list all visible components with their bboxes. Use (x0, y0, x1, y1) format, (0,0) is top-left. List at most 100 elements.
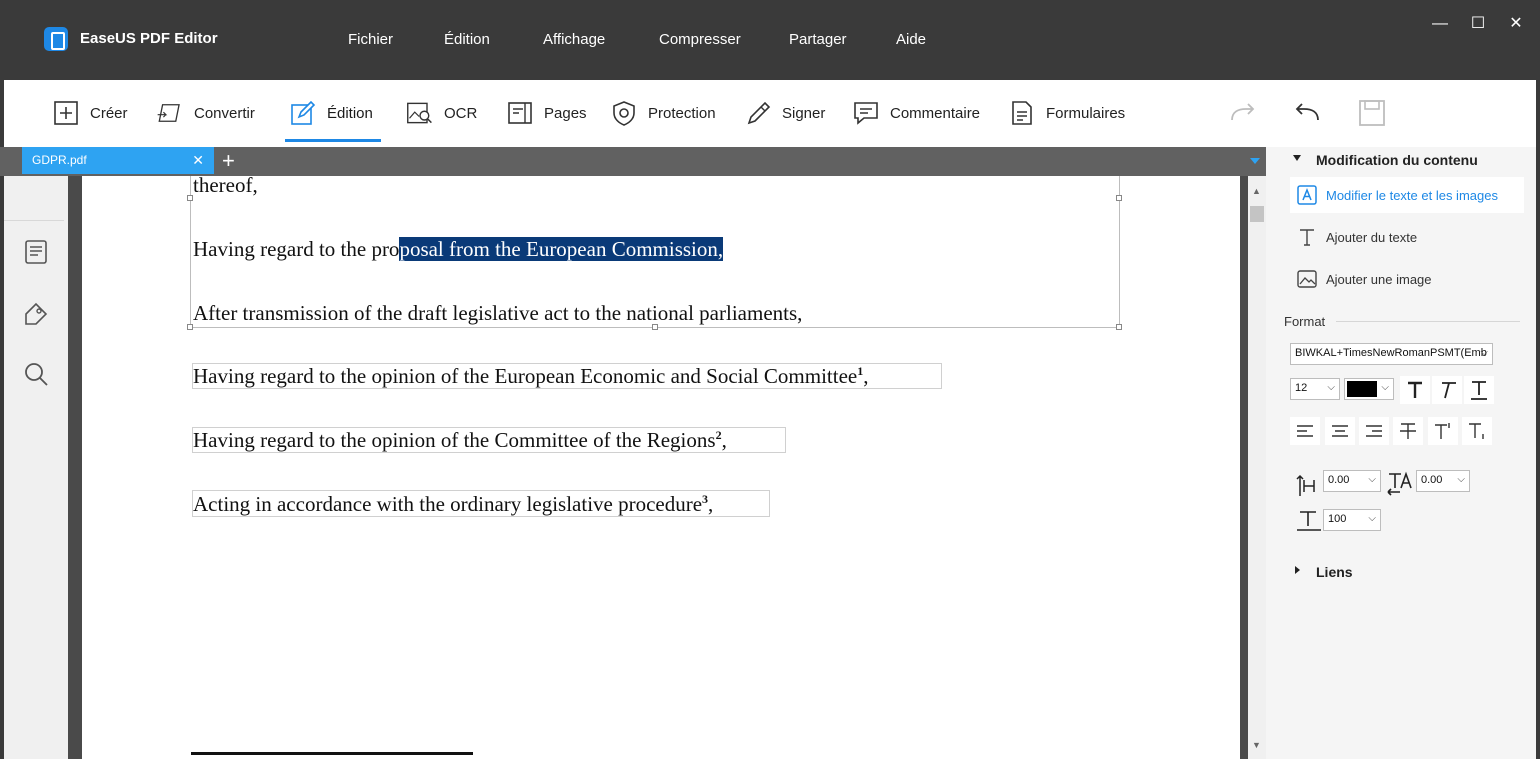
scale-value: 100 (1328, 513, 1347, 525)
align-right-button[interactable] (1359, 417, 1389, 445)
tab-gdpr[interactable]: GDPR.pdf ✕ (22, 147, 214, 174)
tool-edition[interactable]: Édition (289, 98, 373, 128)
scrollbar-thumb[interactable] (1250, 206, 1264, 222)
subscript-button[interactable] (1462, 417, 1492, 445)
doc-text-line[interactable]: Having regard to the opinion of the Euro… (193, 364, 869, 389)
minimize-button[interactable]: — (1430, 14, 1450, 34)
chevron-down-icon: ⌵ (1368, 513, 1376, 524)
ocr-icon (407, 102, 432, 124)
tool-signer-label: Signer (782, 104, 826, 122)
tool-pages[interactable]: Pages (506, 98, 587, 128)
align-left-icon (1297, 425, 1313, 437)
redo-icon[interactable] (1228, 98, 1258, 128)
maximize-button[interactable]: ☐ (1468, 14, 1488, 34)
section-content-edit[interactable]: Modification du contenu (1316, 152, 1478, 168)
underline-button[interactable] (1464, 376, 1494, 404)
tool-formulaires-label: Formulaires (1046, 104, 1126, 122)
text-t-icon (1300, 229, 1314, 246)
superscript-button[interactable] (1428, 417, 1458, 445)
scroll-up-arrow-icon[interactable]: ▲ (1252, 186, 1261, 196)
tool-creer[interactable]: Créer (52, 98, 128, 128)
align-right-icon (1366, 425, 1382, 437)
doc-text-line-selected[interactable]: Having regard to the proposal from the E… (193, 237, 724, 262)
align-center-button[interactable] (1325, 417, 1355, 445)
edit-text-images-button[interactable]: Modifier le texte et les images (1290, 177, 1524, 213)
tool-protection[interactable]: Protection (610, 98, 716, 128)
search-icon[interactable] (22, 360, 50, 388)
doc-text: Having regard to the opinion of the Comm… (193, 428, 716, 452)
edit-pen-icon (291, 100, 316, 125)
tool-convertir[interactable]: Convertir (156, 98, 255, 128)
chevron-down-icon: ⌵ (1457, 474, 1465, 485)
subscript-icon (1469, 423, 1484, 439)
doc-text-line[interactable]: Having regard to the opinion of the Comm… (193, 428, 727, 453)
bold-button[interactable] (1400, 376, 1430, 404)
chevron-down-icon: ⌵ (1381, 382, 1389, 393)
active-tool-indicator (285, 139, 381, 142)
tab-gdpr-label: GDPR.pdf (32, 153, 87, 167)
menu-aide[interactable]: Aide (896, 31, 926, 48)
tool-ocr[interactable]: OCR (406, 98, 477, 128)
strikethrough-button[interactable] (1393, 417, 1423, 445)
tool-convertir-label: Convertir (194, 104, 255, 122)
scroll-down-arrow-icon[interactable]: ▼ (1252, 740, 1261, 750)
vertical-scrollbar[interactable] (1248, 176, 1266, 759)
tab-close-icon[interactable]: ✕ (192, 152, 204, 169)
scale-select[interactable]: 100 ⌵ (1323, 509, 1381, 531)
doc-text-line[interactable]: thereof, (193, 173, 258, 198)
font-family-select[interactable]: BIWKAL+TimesNewRomanPSMT(Emb ⌵ (1290, 343, 1493, 365)
tool-protection-label: Protection (648, 104, 716, 122)
color-swatch (1347, 381, 1377, 397)
title-bar: EaseUS PDF Editor Fichier Édition Affich… (0, 0, 1540, 80)
tool-commentaire[interactable]: Commentaire (852, 98, 980, 128)
tab-dropdown-icon[interactable] (1250, 158, 1260, 164)
section-links[interactable]: Liens (1316, 564, 1353, 580)
char-spacing-icon (1296, 474, 1315, 496)
resize-handle[interactable] (1116, 324, 1122, 330)
form-icon (1012, 101, 1032, 125)
expand-triangle-icon[interactable] (1295, 566, 1300, 574)
page-thumbnails-icon[interactable] (22, 238, 50, 266)
close-window-button[interactable]: ✕ (1506, 14, 1526, 34)
scale-icon (1297, 511, 1321, 531)
tool-creer-label: Créer (90, 104, 128, 122)
app-logo-icon (44, 27, 68, 51)
font-color-select[interactable]: ⌵ (1344, 378, 1394, 400)
chevron-down-icon: ⌵ (1327, 382, 1335, 393)
add-image-button[interactable]: Ajouter une image (1290, 261, 1524, 297)
resize-handle[interactable] (1116, 195, 1122, 201)
chevron-down-icon: ⌵ (1368, 474, 1376, 485)
app-title: EaseUS PDF Editor (80, 30, 218, 47)
edit-text-images-label: Modifier le texte et les images (1326, 187, 1498, 203)
menu-fichier[interactable]: Fichier (348, 31, 393, 48)
pen-icon (747, 101, 771, 125)
menu-affichage[interactable]: Affichage (543, 31, 605, 48)
menu-partager[interactable]: Partager (789, 31, 847, 48)
menu-compresser[interactable]: Compresser (659, 31, 741, 48)
doc-text-line[interactable]: Acting in accordance with the ordinary l… (193, 492, 713, 517)
doc-text: Acting in accordance with the ordinary l… (193, 492, 703, 516)
tool-signer[interactable]: Signer (744, 98, 825, 128)
convert-icon (157, 104, 180, 122)
pages-icon (508, 102, 532, 124)
plus-box-icon (54, 101, 78, 125)
doc-text-line[interactable]: After transmission of the draft legislat… (193, 301, 802, 326)
align-left-button[interactable] (1290, 417, 1320, 445)
italic-button[interactable] (1432, 376, 1462, 404)
collapse-triangle-icon[interactable] (1293, 155, 1301, 161)
menu-edition[interactable]: Édition (444, 31, 490, 48)
undo-icon[interactable] (1292, 98, 1322, 128)
bookmark-tag-icon[interactable] (22, 300, 50, 328)
char-spacing-select[interactable]: 0.00 ⌵ (1323, 470, 1381, 492)
tool-formulaires[interactable]: Formulaires (1008, 98, 1125, 128)
add-text-button[interactable]: Ajouter du texte (1290, 219, 1524, 255)
save-icon[interactable] (1357, 98, 1387, 128)
font-size-select[interactable]: 12 ⌵ (1290, 378, 1340, 400)
image-icon (1297, 270, 1317, 288)
add-tab-button[interactable]: + (222, 149, 235, 173)
char-spacing-value: 0.00 (1328, 474, 1350, 486)
tool-ocr-label: OCR (444, 104, 478, 122)
word-spacing-select[interactable]: 0.00 ⌵ (1416, 470, 1470, 492)
doc-text: Having regard to the opinion of the Euro… (193, 364, 858, 388)
align-center-icon (1332, 425, 1348, 437)
